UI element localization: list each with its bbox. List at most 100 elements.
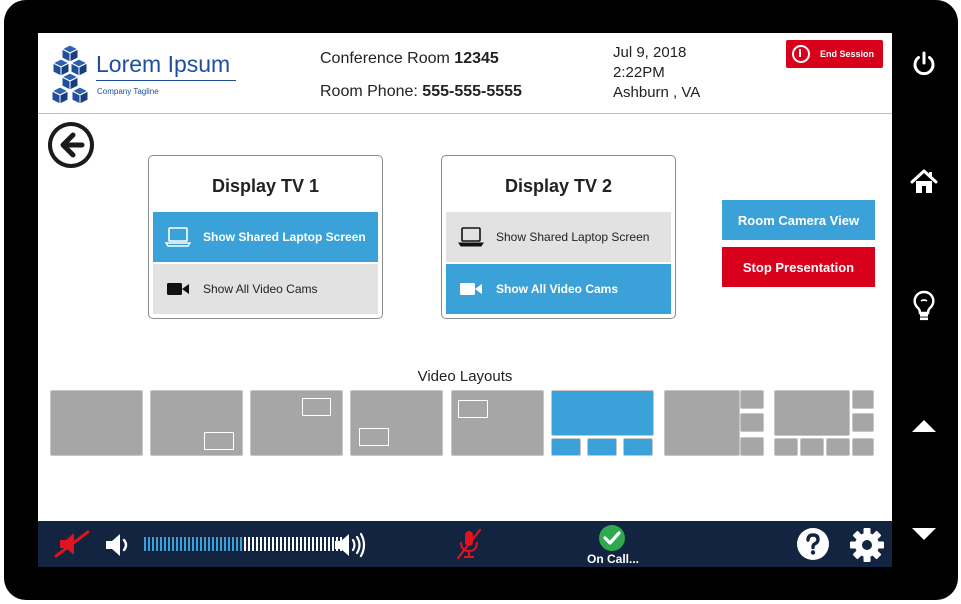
volume-segment — [300, 537, 302, 551]
volume-segment — [160, 537, 162, 551]
company-name: Lorem Ipsum — [96, 51, 231, 77]
laptop-icon — [446, 227, 496, 247]
video-layout-3-pip-top-right[interactable] — [250, 390, 343, 456]
gear-icon — [850, 528, 884, 562]
video-camera-icon — [153, 281, 203, 297]
volume-segment — [316, 537, 318, 551]
volume-segment — [208, 537, 210, 551]
help-button[interactable] — [796, 527, 830, 561]
display-2-laptop-label: Show Shared Laptop Screen — [496, 230, 650, 244]
volume-segment — [252, 537, 254, 551]
laptop-icon — [153, 227, 203, 247]
volume-segment — [304, 537, 306, 551]
room-phone-info: Room Phone: 555-555-5555 — [320, 83, 522, 101]
scroll-down-button[interactable] — [908, 518, 940, 550]
scroll-up-button[interactable] — [908, 410, 940, 442]
volume-segment — [320, 537, 322, 551]
arrow-left-icon — [52, 126, 90, 164]
speaker-mute-toggle[interactable] — [54, 529, 90, 559]
display-1-show-laptop-button[interactable]: Show Shared Laptop Screen — [153, 212, 378, 262]
volume-segment — [180, 537, 182, 551]
video-layout-6-main-with-three-below[interactable] — [551, 390, 654, 456]
volume-segment — [256, 537, 258, 551]
volume-segment — [236, 537, 238, 551]
volume-segment — [216, 537, 218, 551]
volume-segment — [164, 537, 166, 551]
end-session-button[interactable]: End Session — [786, 40, 883, 68]
volume-segment — [288, 537, 290, 551]
volume-segment — [312, 537, 314, 551]
location: Ashburn , VA — [613, 84, 701, 101]
volume-segment — [232, 537, 234, 551]
conference-room-number: 12345 — [454, 50, 499, 67]
volume-segment — [196, 537, 198, 551]
volume-segment — [268, 537, 270, 551]
touch-panel-screen: Lorem Ipsum Company Tagline Conference R… — [38, 33, 892, 567]
company-logo: Lorem Ipsum Company Tagline — [50, 43, 240, 107]
volume-segment — [308, 537, 310, 551]
power-icon — [913, 51, 935, 76]
video-layout-4-pip-bottom-left[interactable] — [350, 390, 443, 456]
volume-segment — [156, 537, 158, 551]
volume-segment — [172, 537, 174, 551]
display-2-show-laptop-button[interactable]: Show Shared Laptop Screen — [446, 212, 671, 262]
company-tagline: Company Tagline — [97, 87, 159, 96]
back-button[interactable] — [48, 122, 94, 168]
video-layout-7-main-with-three-right[interactable] — [664, 390, 764, 456]
home-icon — [910, 169, 938, 193]
volume-segment — [280, 537, 282, 551]
header: Lorem Ipsum Company Tagline Conference R… — [38, 33, 892, 114]
volume-segment — [272, 537, 274, 551]
video-layout-2-pip-bottom-right[interactable] — [150, 390, 243, 456]
current-time: 2:22PM — [613, 64, 665, 81]
bottom-control-bar: On Call... — [38, 521, 892, 567]
stop-presentation-button[interactable]: Stop Presentation — [722, 247, 875, 287]
settings-button[interactable] — [849, 527, 885, 563]
volume-segment — [184, 537, 186, 551]
speaker-muted-icon — [54, 530, 90, 558]
volume-segment — [296, 537, 298, 551]
call-status-indicator — [598, 524, 626, 552]
display-2-show-cams-button[interactable]: Show All Video Cams — [446, 264, 671, 314]
volume-segment — [212, 537, 214, 551]
logo-divider — [96, 80, 236, 81]
lightbulb-icon — [913, 290, 935, 321]
arrow-up-icon — [912, 420, 936, 432]
volume-down-button[interactable] — [102, 531, 134, 559]
video-layouts-title: Video Layouts — [417, 368, 513, 385]
cubes-logo-icon — [50, 44, 90, 105]
volume-segment — [240, 537, 242, 551]
display-tv-1-card: Display TV 1 Show Shared Laptop Screen S… — [148, 155, 383, 319]
display-tv-1-title: Display TV 1 — [211, 176, 320, 196]
volume-segment — [168, 537, 170, 551]
volume-segment — [292, 537, 294, 551]
help-icon — [797, 528, 829, 560]
volume-segment — [192, 537, 194, 551]
lighting-button[interactable] — [908, 290, 940, 322]
volume-segment — [244, 537, 246, 551]
display-2-cams-label: Show All Video Cams — [496, 282, 619, 296]
microphone-mute-toggle[interactable] — [454, 528, 484, 560]
volume-level-slider[interactable] — [144, 537, 342, 551]
display-1-show-cams-button[interactable]: Show All Video Cams — [153, 264, 378, 314]
power-button[interactable] — [908, 48, 940, 80]
volume-segment — [204, 537, 206, 551]
volume-segment — [188, 537, 190, 551]
conference-room-info: Conference Room 12345 — [320, 50, 499, 68]
room-camera-view-button[interactable]: Room Camera View — [722, 200, 875, 240]
volume-up-button[interactable] — [332, 530, 368, 560]
volume-segment — [324, 537, 326, 551]
video-layout-8-main-with-right-and-bottom[interactable] — [774, 390, 874, 456]
volume-segment — [224, 537, 226, 551]
volume-segment — [200, 537, 202, 551]
video-layout-5-pip-top-left[interactable] — [451, 390, 544, 456]
volume-segment — [144, 537, 146, 551]
home-button[interactable] — [908, 166, 940, 198]
speaker-loud-icon — [335, 532, 366, 558]
volume-segment — [176, 537, 178, 551]
volume-segment — [260, 537, 262, 551]
video-layout-1-full[interactable] — [50, 390, 143, 456]
volume-segment — [264, 537, 266, 551]
arrow-down-icon — [912, 528, 936, 540]
volume-segment — [248, 537, 250, 551]
